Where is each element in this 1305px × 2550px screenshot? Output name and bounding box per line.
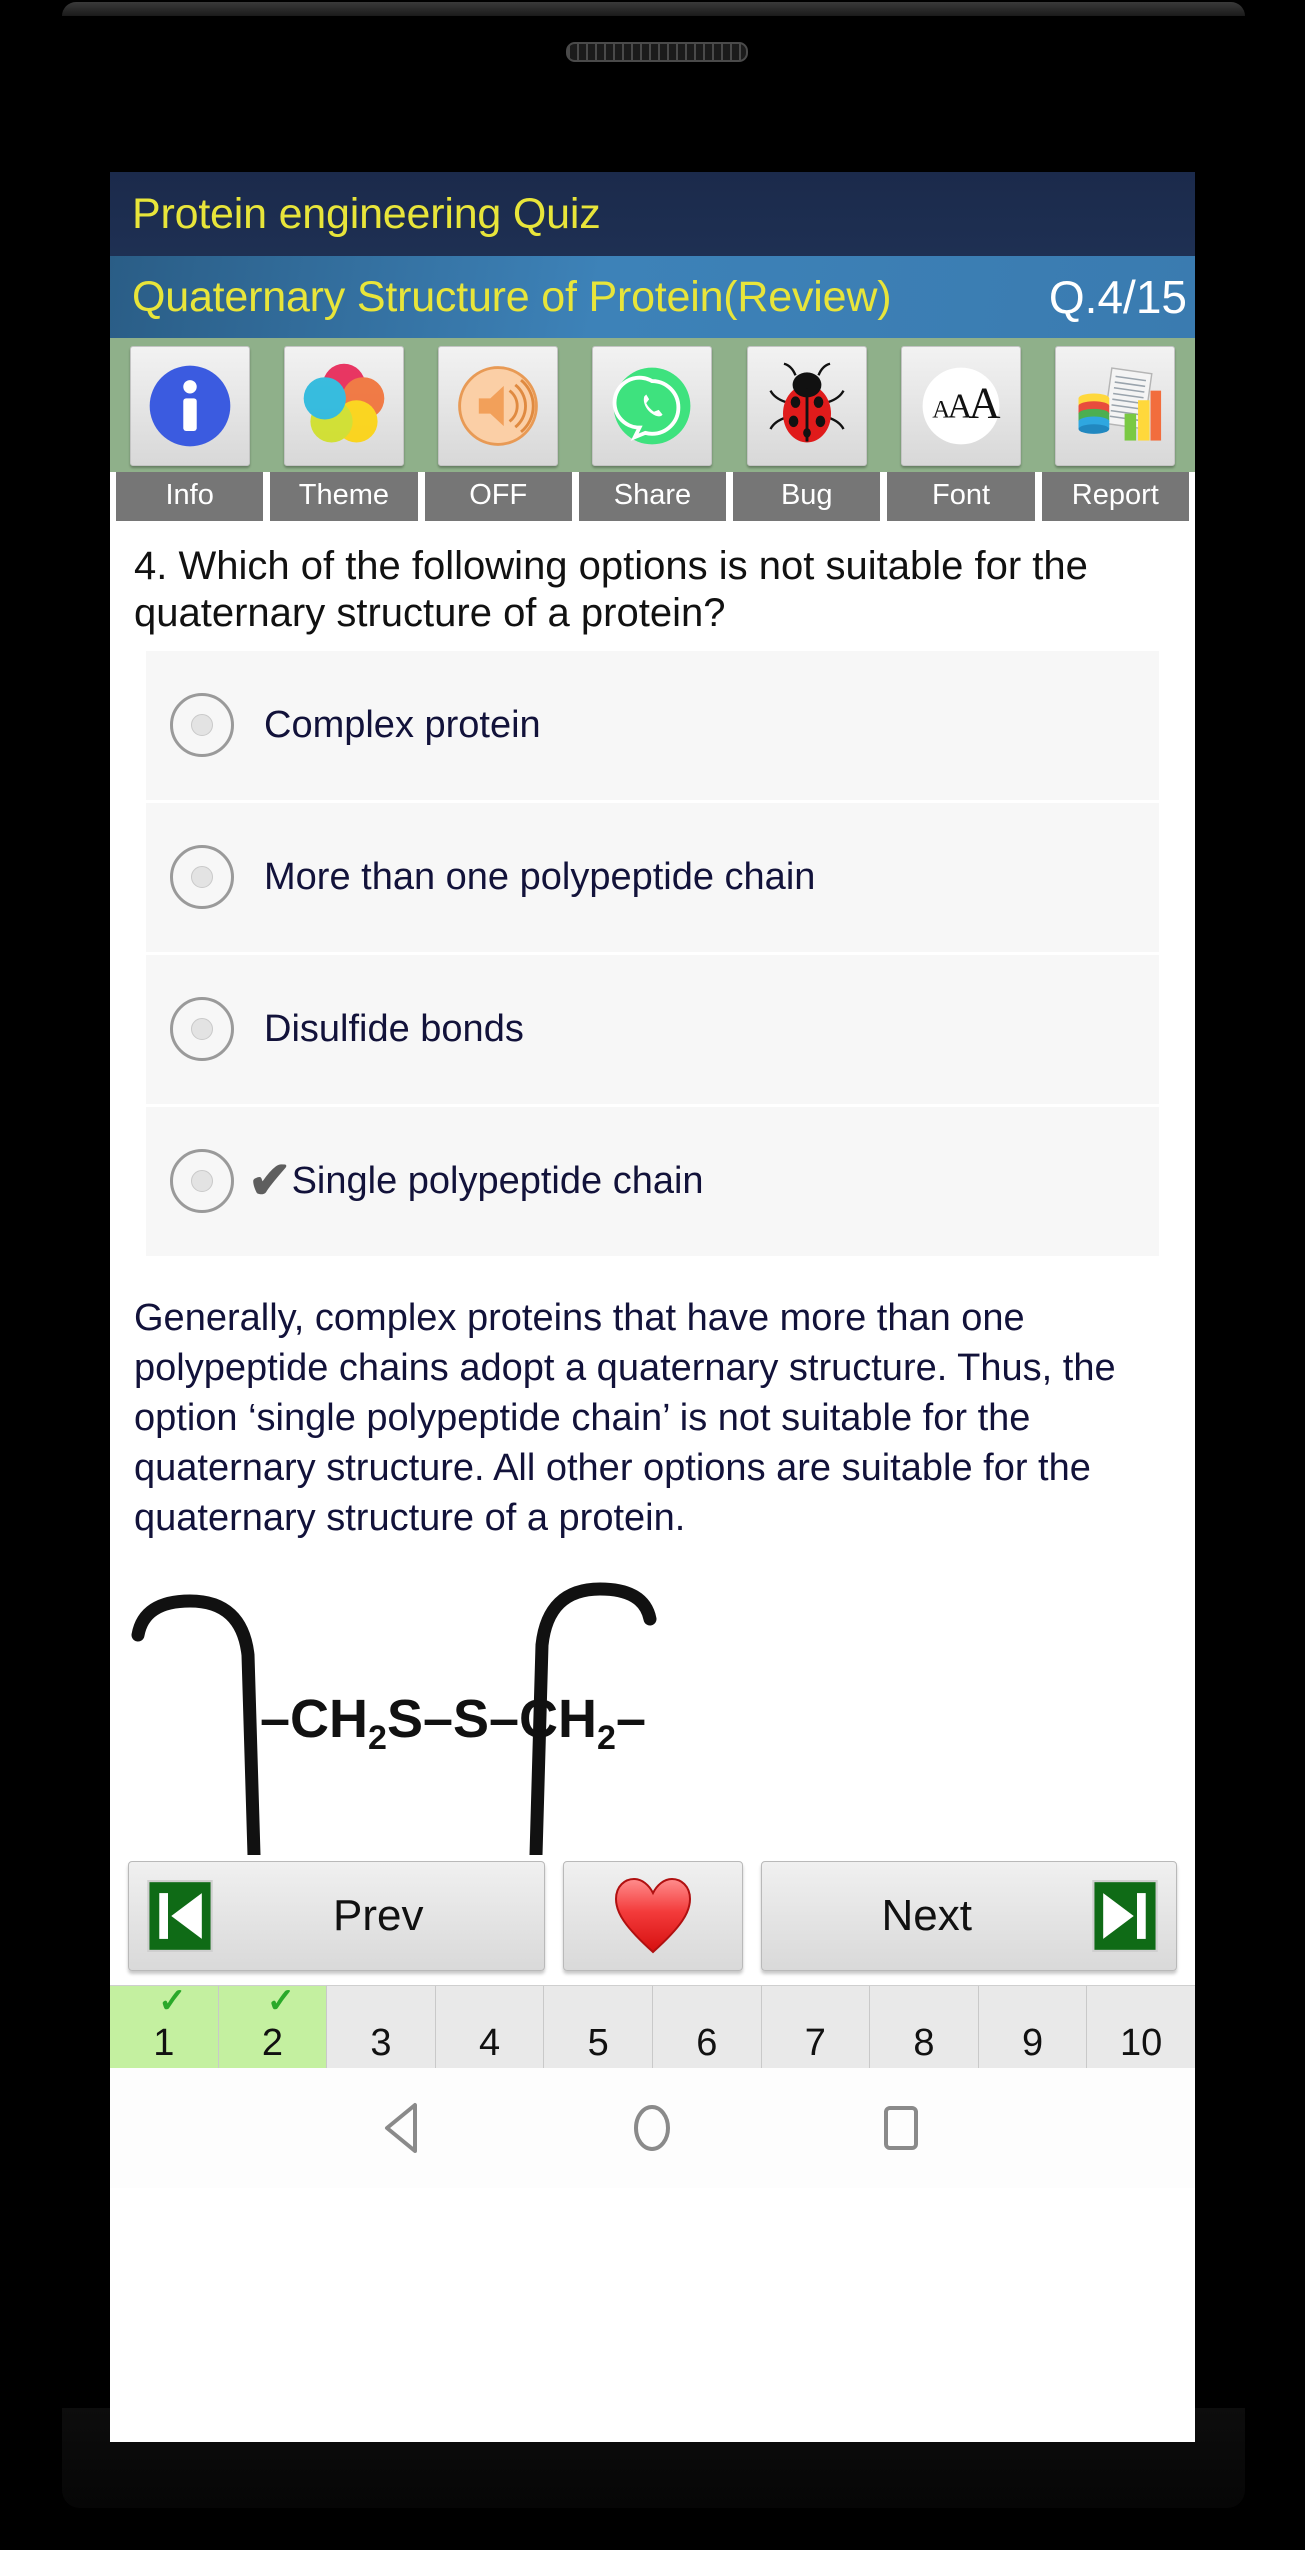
page-number-8: 8 bbox=[913, 2022, 935, 2065]
system-navigation-bar bbox=[110, 2068, 1195, 2189]
skip-back-icon bbox=[147, 1880, 213, 1953]
page-item-2[interactable]: ✓ 2 bbox=[218, 1982, 328, 2069]
page-number-5: 5 bbox=[587, 2022, 609, 2065]
explanation-text: Generally, complex proteins that have mo… bbox=[134, 1296, 1116, 1540]
toolbar-item-theme[interactable] bbox=[270, 346, 417, 466]
toolbar-label-info[interactable]: Info bbox=[116, 472, 264, 521]
question-pagination: ✓ 1 ✓ 2 3 4 5 6 7 8 9 10 bbox=[110, 1982, 1195, 2069]
page-number-4: 4 bbox=[479, 2022, 501, 2065]
page-number-2: 2 bbox=[261, 2022, 283, 2065]
options-list: Complex protein More than one polypeptid… bbox=[110, 643, 1195, 1259]
option-row-1[interactable]: Complex protein bbox=[146, 650, 1159, 803]
page-item-3[interactable]: 3 bbox=[327, 1986, 436, 2069]
toolbar-label-bug[interactable]: Bug bbox=[733, 472, 881, 521]
toolbar: A A A bbox=[110, 338, 1195, 472]
question-text: 4. Which of the following options is not… bbox=[134, 544, 1088, 635]
speaker-icon bbox=[458, 366, 539, 446]
report-bug-button[interactable] bbox=[746, 346, 867, 466]
page-number-7: 7 bbox=[804, 2022, 826, 2065]
option-radio-4[interactable] bbox=[170, 1149, 234, 1214]
prev-button[interactable]: Prev bbox=[128, 1861, 545, 1972]
page-title: Protein engineering Quiz bbox=[132, 189, 601, 238]
theme-button[interactable] bbox=[283, 346, 404, 466]
toolbar-labels: Info Theme OFF Share Bug Font Report bbox=[110, 472, 1195, 521]
earpiece-speaker bbox=[566, 42, 748, 62]
quiz-subtitle: Quaternary Structure of Protein(Review) bbox=[132, 272, 892, 321]
toolbar-label-report[interactable]: Report bbox=[1041, 472, 1189, 521]
page-done-tick-icon: ✓ bbox=[158, 1982, 187, 2021]
home-icon[interactable] bbox=[625, 2099, 679, 2157]
recents-icon[interactable] bbox=[874, 2099, 928, 2157]
phone-bezel-top bbox=[62, 2, 1245, 16]
toolbar-item-share[interactable] bbox=[579, 346, 726, 466]
ladybug-icon bbox=[769, 362, 845, 443]
page-number-10: 10 bbox=[1120, 2022, 1163, 2065]
svg-text:A: A bbox=[969, 379, 1001, 428]
font-size-button[interactable]: A A A bbox=[901, 346, 1022, 466]
phone-frame: Protein engineering Quiz Quaternary Stru… bbox=[0, 0, 1305, 2550]
toolbar-item-report[interactable] bbox=[1042, 346, 1189, 466]
header-title-bar: Protein engineering Quiz bbox=[110, 172, 1195, 256]
page-item-7[interactable]: 7 bbox=[761, 1986, 871, 2069]
disulfide-bridge-svg: –CH2S–S–CH2– bbox=[131, 1582, 657, 1856]
sound-toggle-button[interactable] bbox=[438, 346, 559, 466]
skip-forward-icon bbox=[1092, 1880, 1158, 1953]
info-button[interactable] bbox=[129, 346, 250, 466]
page-item-4[interactable]: 4 bbox=[435, 1986, 545, 2069]
formula-text: –CH2S–S–CH2– bbox=[260, 1689, 646, 1757]
page-number-6: 6 bbox=[696, 2022, 718, 2065]
page-item-9[interactable]: 9 bbox=[978, 1986, 1088, 2069]
option-row-3[interactable]: Disulfide bonds bbox=[146, 954, 1159, 1107]
color-wheel-icon bbox=[303, 363, 385, 443]
app-screen: Protein engineering Quiz Quaternary Stru… bbox=[110, 172, 1195, 2442]
toolbar-label-off[interactable]: OFF bbox=[424, 472, 572, 521]
back-icon[interactable] bbox=[377, 2099, 431, 2157]
toolbar-item-bug[interactable] bbox=[733, 346, 880, 466]
option-label-4: Single polypeptide chain bbox=[291, 1159, 704, 1202]
correct-answer-check-icon: ✔ bbox=[248, 1152, 292, 1211]
whatsapp-icon bbox=[613, 367, 691, 445]
toolbar-item-info[interactable] bbox=[116, 346, 263, 466]
heart-icon bbox=[614, 1878, 691, 1954]
header-subtitle-bar: Quaternary Structure of Protein(Review) … bbox=[110, 256, 1195, 338]
option-row-4[interactable]: ✔ Single polypeptide chain bbox=[146, 1106, 1159, 1259]
toolbar-item-sound[interactable] bbox=[425, 346, 572, 466]
option-label-1: Complex protein bbox=[264, 703, 541, 746]
next-button-label: Next bbox=[881, 1891, 972, 1941]
option-radio-1[interactable] bbox=[170, 693, 234, 758]
option-radio-3[interactable] bbox=[170, 997, 234, 1062]
page-item-5[interactable]: 5 bbox=[544, 1986, 653, 2069]
option-label-3: Disulfide bonds bbox=[264, 1007, 524, 1050]
toolbar-label-share[interactable]: Share bbox=[578, 472, 727, 521]
toolbar-label-font[interactable]: Font bbox=[887, 472, 1035, 521]
report-chart-icon bbox=[1078, 367, 1162, 441]
toolbar-label-theme[interactable]: Theme bbox=[270, 472, 418, 521]
favorite-button[interactable] bbox=[562, 1861, 743, 1972]
page-item-10[interactable]: 10 bbox=[1087, 1986, 1195, 2069]
page-item-1[interactable]: ✓ 1 bbox=[110, 1982, 219, 2069]
page-item-6[interactable]: 6 bbox=[652, 1986, 762, 2069]
toolbar-item-font[interactable]: A A A bbox=[887, 346, 1034, 466]
page-done-tick-icon: ✓ bbox=[266, 1982, 296, 2021]
next-button[interactable]: Next bbox=[760, 1861, 1177, 1972]
page-number-3: 3 bbox=[370, 2022, 392, 2065]
question-counter: Q.4/15 bbox=[1048, 271, 1187, 323]
navigation-row: Prev Next bbox=[110, 1855, 1195, 1972]
option-label-2: More than one polypeptide chain bbox=[264, 855, 816, 898]
report-button[interactable] bbox=[1055, 346, 1176, 466]
page-number-9: 9 bbox=[1021, 2022, 1044, 2065]
prev-button-label: Prev bbox=[333, 1891, 424, 1941]
font-size-icon: A A A bbox=[922, 367, 1001, 445]
page-item-8[interactable]: 8 bbox=[870, 1986, 979, 2069]
app-header: Protein engineering Quiz Quaternary Stru… bbox=[110, 172, 1195, 338]
option-radio-2[interactable] bbox=[170, 845, 234, 910]
share-button[interactable] bbox=[592, 346, 713, 466]
page-number-1: 1 bbox=[153, 2022, 175, 2065]
disulfide-bridge-diagram: –CH2S–S–CH2– bbox=[110, 1565, 1195, 1856]
option-row-2[interactable]: More than one polypeptide chain bbox=[146, 802, 1159, 955]
info-icon bbox=[149, 365, 230, 447]
